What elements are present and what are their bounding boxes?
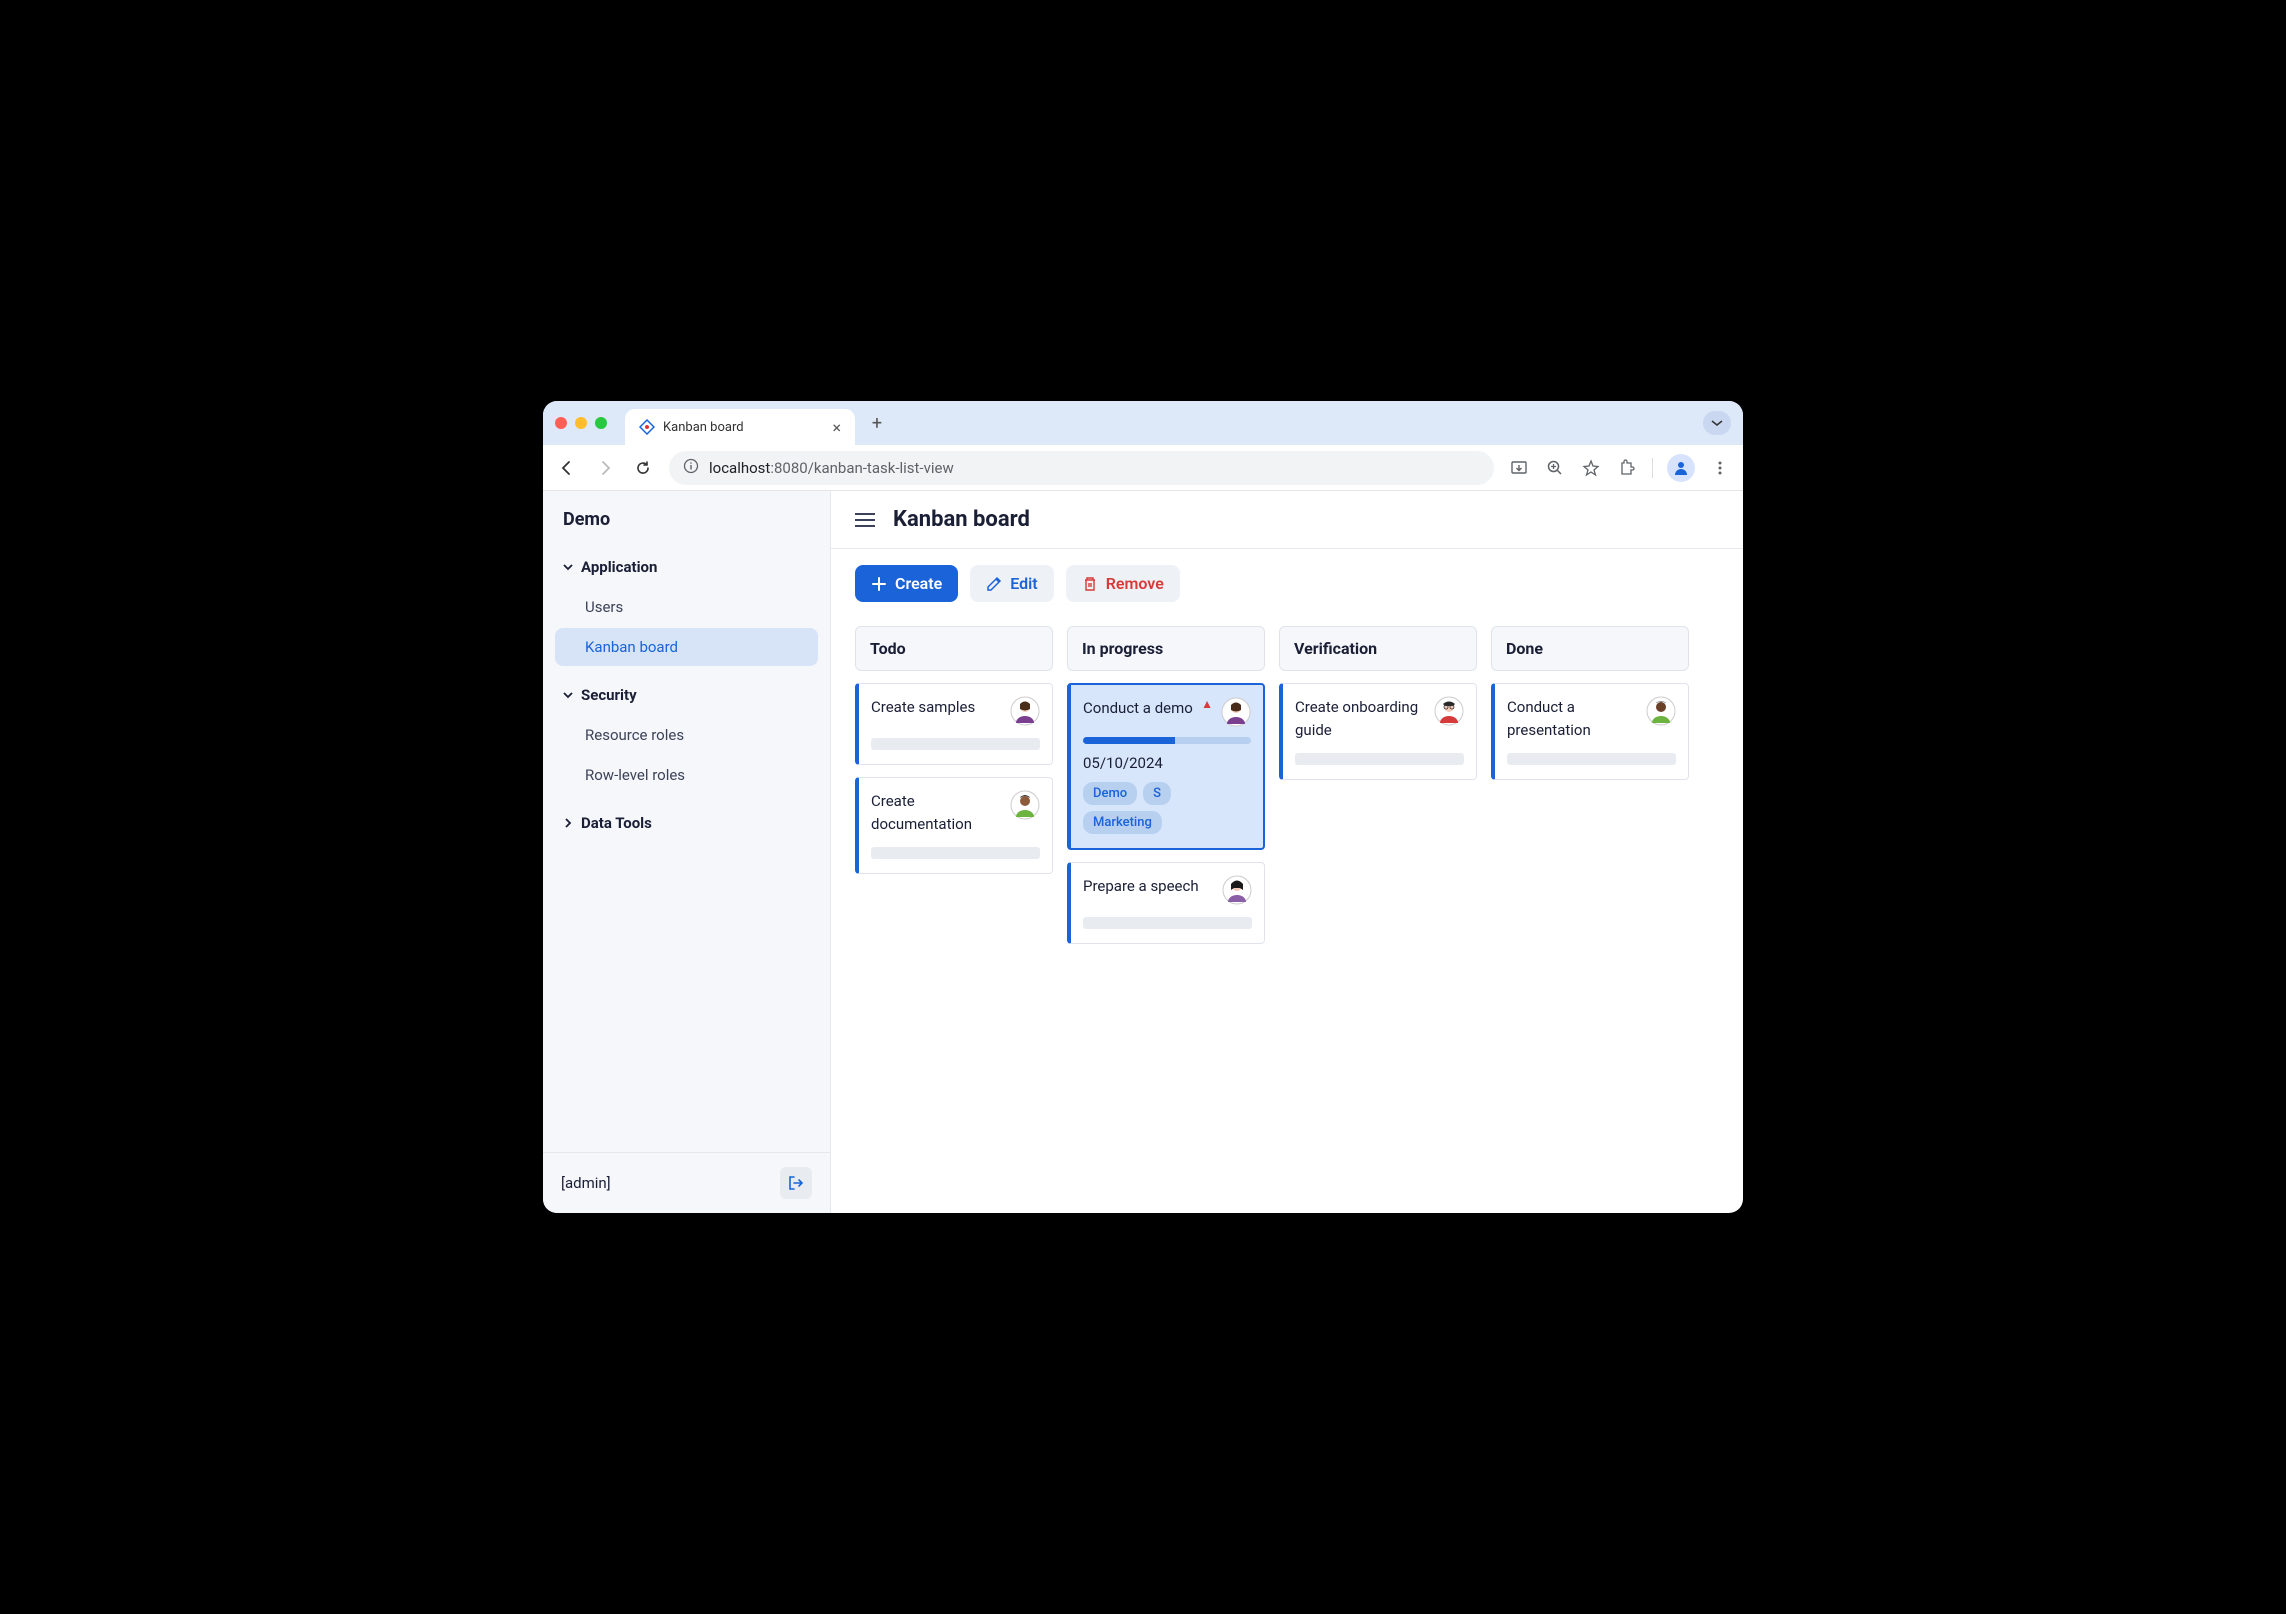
extensions-icon[interactable]: [1616, 457, 1638, 479]
browser-tab[interactable]: Kanban board ×: [625, 409, 855, 445]
nav-item-users[interactable]: Users: [555, 588, 818, 626]
column-header: Done: [1491, 626, 1689, 671]
forward-button[interactable]: [593, 456, 617, 480]
brand-title: Demo: [543, 491, 830, 544]
favicon: [639, 419, 655, 435]
install-app-icon[interactable]: [1508, 457, 1530, 479]
assignee-avatar: [1646, 696, 1676, 726]
logout-button[interactable]: [780, 1167, 812, 1199]
profile-button[interactable]: [1667, 454, 1695, 482]
kanban-board: Todo Create samples Create documentation In…: [831, 618, 1743, 1213]
plus-icon: [871, 576, 887, 592]
browser-menu-icon[interactable]: [1709, 457, 1731, 479]
assignee-avatar: [1010, 790, 1040, 820]
edit-label: Edit: [1010, 574, 1037, 593]
kanban-card[interactable]: Create samples: [855, 683, 1053, 765]
remove-label: Remove: [1106, 574, 1164, 593]
assignee-avatar: [1010, 696, 1040, 726]
column-header: Verification: [1279, 626, 1477, 671]
tab-title: Kanban board: [663, 420, 744, 435]
kanban-card[interactable]: Conduct a demo ▲ 05/10/2024 Demo S Marketing: [1067, 683, 1265, 850]
new-tab-button[interactable]: +: [863, 409, 891, 437]
create-label: Create: [895, 574, 942, 593]
nav-group-label: Application: [581, 558, 657, 576]
kanban-card[interactable]: Conduct a presentation: [1491, 683, 1689, 780]
card-title: Create samples: [871, 696, 1002, 719]
edit-button[interactable]: Edit: [970, 565, 1053, 602]
kanban-card[interactable]: Create documentation: [855, 777, 1053, 874]
card-date: 05/10/2024: [1083, 754, 1251, 772]
assignee-avatar: [1434, 696, 1464, 726]
card-title: Create documentation: [871, 790, 1002, 835]
nav-group-data-tools[interactable]: Data Tools: [551, 804, 822, 842]
main-content: Kanban board Create Edit Remove Todo Crea…: [831, 491, 1743, 1213]
toolbar-divider: [1652, 458, 1653, 478]
assignee-avatar: [1221, 697, 1251, 727]
browser-tab-bar: Kanban board × +: [543, 401, 1743, 445]
flag-icon: ▲: [1201, 697, 1213, 711]
tag: S: [1143, 782, 1171, 805]
card-title: Prepare a speech: [1083, 875, 1214, 898]
kanban-column: Todo Create samples Create documentation: [855, 626, 1053, 886]
action-toolbar: Create Edit Remove: [831, 549, 1743, 618]
tab-close-icon[interactable]: ×: [832, 418, 841, 437]
chevron-icon: [561, 688, 575, 702]
card-placeholder: [871, 847, 1040, 859]
kanban-column: Verification Create onboarding guide: [1279, 626, 1477, 792]
kanban-column: In progress Conduct a demo ▲ 05/10/2024 Demo…: [1067, 626, 1265, 956]
card-placeholder: [1507, 753, 1676, 765]
kanban-card[interactable]: Create onboarding guide: [1279, 683, 1477, 780]
window-controls: [555, 417, 607, 429]
nav-group-label: Security: [581, 686, 637, 704]
nav-group-label: Data Tools: [581, 814, 652, 832]
progress-bar: [1083, 737, 1251, 744]
sidebar: Demo Application UsersKanban board Securit…: [543, 491, 831, 1213]
nav-group-application[interactable]: Application: [551, 548, 822, 586]
window-maximize[interactable]: [595, 417, 607, 429]
card-placeholder: [871, 738, 1040, 750]
column-header: In progress: [1067, 626, 1265, 671]
create-button[interactable]: Create: [855, 565, 958, 602]
reload-button[interactable]: [631, 456, 655, 480]
main-header: Kanban board: [831, 491, 1743, 549]
card-title: Conduct a demo: [1083, 697, 1193, 720]
site-info-icon[interactable]: [683, 458, 699, 478]
card-title: Create onboarding guide: [1295, 696, 1426, 741]
back-button[interactable]: [555, 456, 579, 480]
sidebar-footer: [admin]: [543, 1152, 830, 1213]
current-user: [admin]: [561, 1174, 611, 1192]
page-title: Kanban board: [893, 507, 1030, 532]
bookmark-icon[interactable]: [1580, 457, 1602, 479]
column-header: Todo: [855, 626, 1053, 671]
card-placeholder: [1295, 753, 1464, 765]
url-text: localhost:8080/kanban-task-list-view: [709, 459, 954, 477]
nav-item-row-level-roles[interactable]: Row-level roles: [555, 756, 818, 794]
tab-overflow-button[interactable]: [1703, 411, 1731, 435]
browser-toolbar: localhost:8080/kanban-task-list-view: [543, 445, 1743, 491]
chevron-icon: [561, 560, 575, 574]
tag: Demo: [1083, 782, 1137, 805]
nav-item-kanban-board[interactable]: Kanban board: [555, 628, 818, 666]
menu-toggle-icon[interactable]: [855, 513, 875, 527]
remove-button[interactable]: Remove: [1066, 565, 1180, 602]
nav-item-resource-roles[interactable]: Resource roles: [555, 716, 818, 754]
nav-group-security[interactable]: Security: [551, 676, 822, 714]
assignee-avatar: [1222, 875, 1252, 905]
card-placeholder: [1083, 917, 1252, 929]
address-bar[interactable]: localhost:8080/kanban-task-list-view: [669, 451, 1494, 485]
trash-icon: [1082, 576, 1098, 592]
card-tags: Demo S Marketing: [1083, 782, 1251, 834]
card-title: Conduct a presentation: [1507, 696, 1638, 741]
kanban-card[interactable]: Prepare a speech: [1067, 862, 1265, 944]
pencil-icon: [986, 576, 1002, 592]
window-minimize[interactable]: [575, 417, 587, 429]
kanban-column: Done Conduct a presentation: [1491, 626, 1689, 792]
chevron-icon: [561, 816, 575, 830]
tag: Marketing: [1083, 811, 1162, 834]
window-close[interactable]: [555, 417, 567, 429]
zoom-icon[interactable]: [1544, 457, 1566, 479]
